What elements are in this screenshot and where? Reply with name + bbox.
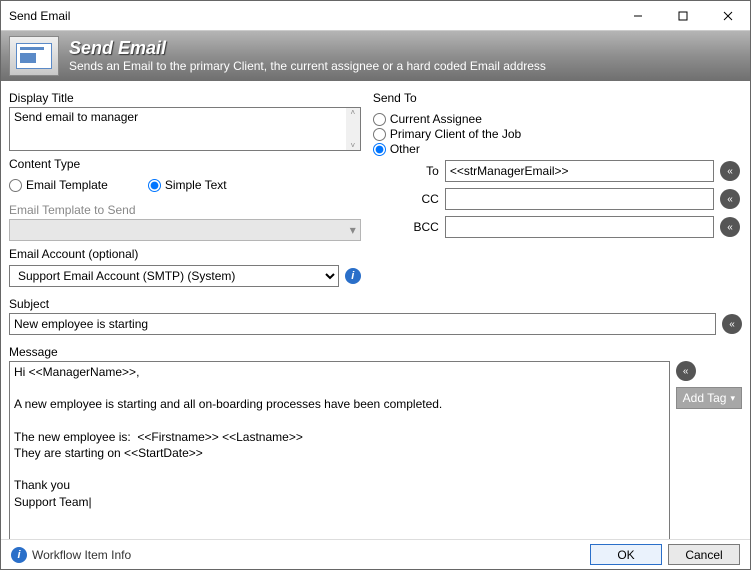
email-icon xyxy=(9,36,59,76)
email-account-label: Email Account (optional) xyxy=(9,247,361,261)
window-titlebar: Send Email xyxy=(1,1,750,31)
cc-expand-button[interactable]: « xyxy=(720,189,740,209)
close-button[interactable] xyxy=(705,1,750,30)
cc-input[interactable] xyxy=(445,188,714,210)
radio-simple-text[interactable] xyxy=(148,179,161,192)
window-title: Send Email xyxy=(9,9,615,23)
display-title-label: Display Title xyxy=(9,91,361,105)
radio-other-label: Other xyxy=(390,142,420,156)
add-tag-button[interactable]: Add Tag ▾ xyxy=(676,387,742,409)
message-label: Message xyxy=(9,345,742,359)
info-icon: i xyxy=(11,547,27,563)
dialog-footer: i Workflow Item Info OK Cancel xyxy=(1,539,750,569)
subject-expand-button[interactable]: « xyxy=(722,314,742,334)
scrollbar-stub[interactable]: ˄˅ xyxy=(346,108,360,150)
radio-email-template-label: Email Template xyxy=(26,178,108,192)
send-to-label: Send To xyxy=(373,91,742,105)
banner-title: Send Email xyxy=(69,39,546,59)
radio-other[interactable] xyxy=(373,143,386,156)
content-type-label: Content Type xyxy=(9,157,361,171)
workflow-item-info-link[interactable]: i Workflow Item Info xyxy=(11,547,131,563)
add-tag-label: Add Tag xyxy=(683,391,727,405)
bcc-label: BCC xyxy=(393,220,439,234)
ok-button[interactable]: OK xyxy=(590,544,662,565)
workflow-item-info-label: Workflow Item Info xyxy=(32,548,131,562)
to-input[interactable] xyxy=(445,160,714,182)
cc-label: CC xyxy=(393,192,439,206)
radio-current-assignee[interactable] xyxy=(373,113,386,126)
radio-primary-client-label: Primary Client of the Job xyxy=(390,127,521,141)
banner-subtitle: Sends an Email to the primary Client, th… xyxy=(69,59,546,73)
display-title-input[interactable]: Send email to manager xyxy=(9,107,361,151)
radio-primary-client[interactable] xyxy=(373,128,386,141)
minimize-button[interactable] xyxy=(615,1,660,30)
info-icon[interactable]: i xyxy=(345,268,361,284)
message-expand-button[interactable]: « xyxy=(676,361,696,381)
cancel-button[interactable]: Cancel xyxy=(668,544,740,565)
bcc-input[interactable] xyxy=(445,216,714,238)
template-to-send-label: Email Template to Send xyxy=(9,203,361,217)
email-account-select[interactable]: Support Email Account (SMTP) (System) xyxy=(9,265,339,287)
to-label: To xyxy=(393,164,439,178)
template-combo-disabled: ▾ xyxy=(9,219,361,241)
subject-label: Subject xyxy=(9,297,742,311)
radio-current-assignee-label: Current Assignee xyxy=(390,112,482,126)
message-textarea[interactable]: Hi <<ManagerName>>, A new employee is st… xyxy=(9,361,670,541)
to-expand-button[interactable]: « xyxy=(720,161,740,181)
header-banner: Send Email Sends an Email to the primary… xyxy=(1,31,750,81)
radio-email-template[interactable] xyxy=(9,179,22,192)
subject-input[interactable] xyxy=(9,313,716,335)
content-type-group: Email Template Simple Text xyxy=(9,177,361,193)
maximize-button[interactable] xyxy=(660,1,705,30)
chevron-down-icon: ▾ xyxy=(350,223,356,237)
chevron-down-icon: ▾ xyxy=(730,393,735,404)
radio-simple-text-label: Simple Text xyxy=(165,178,227,192)
bcc-expand-button[interactable]: « xyxy=(720,217,740,237)
